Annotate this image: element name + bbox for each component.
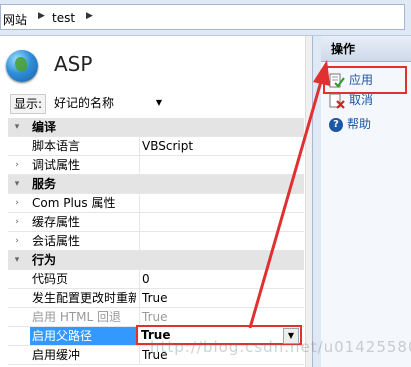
help-label: 帮助 <box>347 117 372 131</box>
property-value[interactable]: True <box>139 289 304 307</box>
collapse-icon[interactable]: ▾ <box>10 118 24 136</box>
property-category[interactable]: ▾ 行为 <box>8 251 304 270</box>
property-value[interactable] <box>139 232 304 250</box>
breadcrumb[interactable]: 网站 ▶ test ▶ <box>0 4 405 30</box>
cancel-link[interactable]: 取消 <box>329 91 373 109</box>
property-name: 会话属性 <box>32 234 81 248</box>
property-category[interactable]: ▾ 服务 <box>8 175 304 194</box>
chevron-down-icon: ▼ <box>155 98 162 107</box>
property-name: 代码页 <box>32 272 69 286</box>
property-row[interactable]: › 调试属性 <box>8 156 304 175</box>
page-title: ASP <box>54 52 93 76</box>
collapse-icon[interactable]: ▾ <box>10 251 24 269</box>
property-row[interactable]: › Com Plus 属性 <box>8 194 304 213</box>
property-name: 服务 <box>32 177 57 191</box>
apply-icon <box>329 73 345 88</box>
display-name-select[interactable]: 好记的名称 ▼ <box>48 94 166 112</box>
actions-pane: 操作 应用 取消 ? 帮助 <box>321 36 411 367</box>
property-name: 启用缓冲 <box>32 348 81 362</box>
expand-icon[interactable]: › <box>10 232 24 250</box>
property-value[interactable] <box>139 156 304 174</box>
asp-globe-icon <box>6 50 38 82</box>
property-name: 脚本语言 <box>32 139 81 153</box>
property-name: 启用 HTML 回退 <box>32 310 122 324</box>
property-category[interactable]: ▾ 编译 <box>8 118 304 137</box>
property-value[interactable] <box>139 194 304 212</box>
breadcrumb-item-test[interactable]: test <box>52 11 75 25</box>
actions-header: 操作 <box>321 36 411 62</box>
display-name-select-value: 好记的名称 <box>54 96 115 110</box>
help-link[interactable]: ? 帮助 <box>329 115 371 133</box>
property-row[interactable]: 脚本语言 VBScript <box>8 137 304 156</box>
address-bar: 网站 ▶ test ▶ <box>0 0 411 36</box>
property-name: 行为 <box>32 253 57 267</box>
property-name: 调试属性 <box>32 158 81 172</box>
pane-divider[interactable] <box>312 36 321 367</box>
breadcrumb-separator-icon: ▶ <box>86 11 93 21</box>
property-value[interactable] <box>139 213 304 231</box>
property-name: Com Plus 属性 <box>32 196 116 210</box>
property-name: 发生配置更改时重新 <box>32 291 136 305</box>
property-name: 启用父路径 <box>30 327 136 345</box>
breadcrumb-item-sites[interactable]: 网站 <box>3 11 27 28</box>
apply-link[interactable]: 应用 <box>329 71 373 89</box>
cancel-icon <box>329 93 345 109</box>
show-label: 显示: <box>10 94 46 114</box>
property-name: 编译 <box>32 120 57 134</box>
collapse-icon[interactable]: ▾ <box>10 175 24 193</box>
apply-label: 应用 <box>349 73 374 87</box>
property-name: 缓存属性 <box>32 215 81 229</box>
expand-icon[interactable]: › <box>10 213 24 231</box>
watermark: http://blog.csdn.net/u014255803 <box>150 338 411 356</box>
property-row[interactable]: › 缓存属性 <box>8 213 304 232</box>
property-value[interactable]: True <box>139 308 304 326</box>
cancel-label: 取消 <box>349 93 374 107</box>
property-value[interactable]: 0 <box>139 270 304 288</box>
property-row[interactable]: › 会话属性 <box>8 232 304 251</box>
property-row[interactable]: 发生配置更改时重新 True <box>8 289 304 308</box>
expand-icon[interactable]: › <box>10 194 24 212</box>
expand-icon[interactable]: › <box>10 156 24 174</box>
breadcrumb-separator-icon: ▶ <box>38 11 45 21</box>
property-row[interactable]: 代码页 0 <box>8 270 304 289</box>
property-value[interactable]: VBScript <box>139 137 304 155</box>
help-icon: ? <box>329 117 343 132</box>
